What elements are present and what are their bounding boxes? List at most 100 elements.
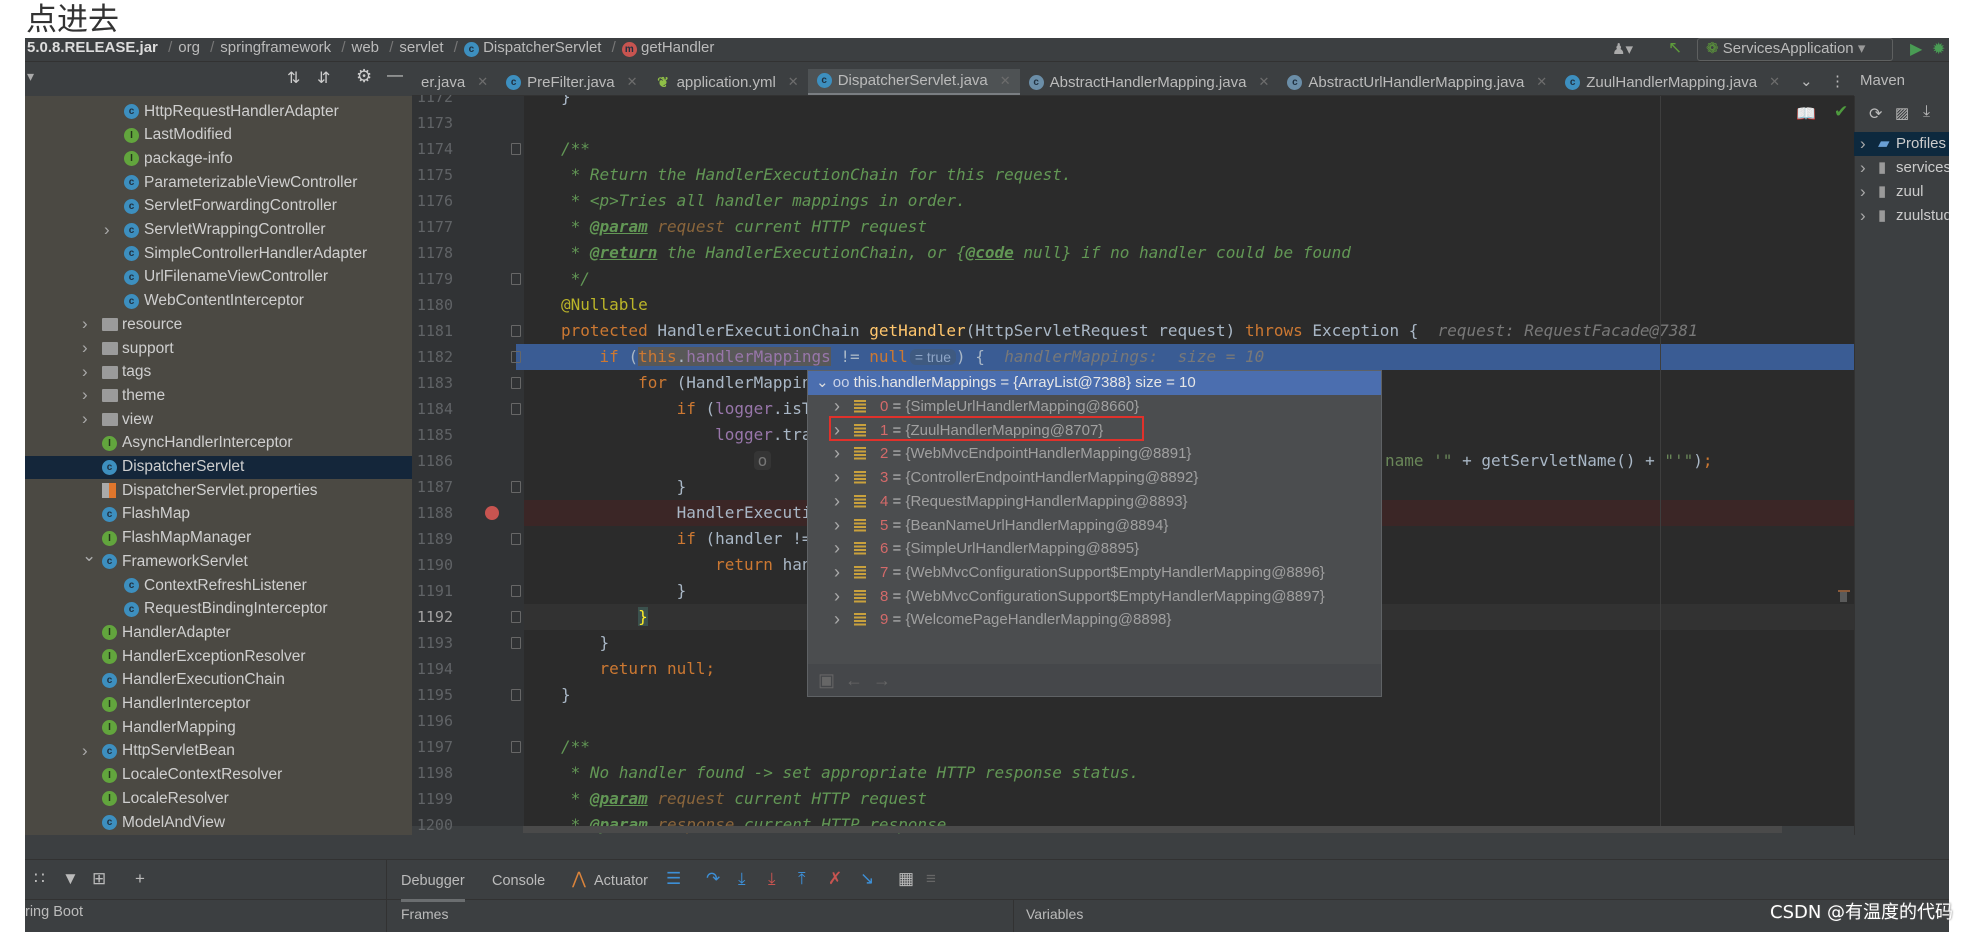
tree-item[interactable]: c ParameterizableViewController	[25, 171, 412, 194]
back-arrow-icon[interactable]: ←	[845, 670, 863, 690]
horizontal-scrollbar[interactable]	[523, 826, 1782, 833]
line-number[interactable]: 1176	[412, 188, 453, 214]
hide-icon[interactable]: —	[387, 67, 403, 85]
tree-item[interactable]: › c ServletWrappingController	[25, 219, 412, 242]
tree-item[interactable]: c HttpRequestHandlerAdapter	[25, 100, 412, 123]
popup-item[interactable]: › 3 = {ControllerEndpointHandlerMapping@8…	[808, 466, 1381, 490]
chevron-right-icon[interactable]: ›	[834, 607, 840, 631]
step-over-icon[interactable]: ⤓	[738, 869, 746, 889]
tree-item[interactable]: I LastModified	[25, 124, 412, 147]
fold-marker-icon[interactable]	[511, 273, 521, 285]
chevron-right-icon[interactable]: ›	[834, 536, 840, 560]
fold-marker-icon[interactable]	[511, 403, 521, 415]
line-number[interactable]: 1182	[412, 344, 453, 370]
fold-marker-icon[interactable]	[511, 637, 521, 649]
line-number[interactable]: 1197	[412, 734, 453, 760]
tab-actuator[interactable]: Actuator	[594, 873, 648, 889]
chevron-right-icon[interactable]: ›	[1860, 204, 1866, 228]
expand-all-icon[interactable]: ⇅	[287, 68, 300, 88]
forward-arrow-icon[interactable]: →	[873, 670, 891, 690]
tree-item[interactable]: Ipackage-info	[25, 147, 412, 170]
line-number[interactable]: 1180	[412, 292, 453, 318]
fold-marker-icon[interactable]	[511, 533, 521, 545]
line-number[interactable]: 1193	[412, 630, 453, 656]
tree-item[interactable]: c DispatcherServlet	[25, 455, 412, 479]
line-number[interactable]: 1184	[412, 396, 453, 422]
tree-item[interactable]: I AsyncHandlerInterceptor	[25, 432, 412, 455]
line-number[interactable]: 1174	[412, 136, 453, 162]
tree-item[interactable]: c ModelAndView	[25, 811, 412, 834]
tree-item[interactable]: DispatcherServlet.properties	[25, 479, 412, 502]
tree-item[interactable]: › theme	[25, 384, 412, 407]
more-icon[interactable]: ⋮	[1830, 72, 1845, 90]
close-icon[interactable]: ✕	[477, 74, 488, 90]
breadcrumb-part[interactable]: web	[352, 39, 380, 56]
tab-console[interactable]: Console	[492, 873, 545, 889]
maven-item[interactable]: › ▰ Profiles	[1854, 132, 1949, 156]
plus-icon[interactable]: +	[135, 869, 145, 889]
drop-frame-icon[interactable]: ✗	[828, 869, 842, 889]
popup-item[interactable]: › 5 = {BeanNameUrlHandlerMapping@8894}	[808, 514, 1381, 538]
chevron-down-icon[interactable]: ⌄	[816, 374, 829, 391]
chevron-right-icon[interactable]: ›	[1860, 180, 1866, 204]
line-number[interactable]: 1188	[412, 500, 453, 526]
close-icon[interactable]: ✕	[1258, 74, 1269, 90]
tree-item[interactable]: › support	[25, 337, 412, 360]
tree-item[interactable]: › view	[25, 408, 412, 431]
chevron-down-icon[interactable]: ⌄	[82, 546, 96, 566]
fold-marker-icon[interactable]	[511, 611, 521, 623]
fold-marker-icon[interactable]	[511, 689, 521, 701]
chevron-right-icon[interactable]: ›	[834, 465, 840, 489]
run-config-select[interactable]: ❁ ServicesApplication ▾	[1697, 38, 1893, 61]
step-out-icon[interactable]: ⤒	[798, 869, 806, 889]
breakpoint-icon[interactable]	[485, 506, 499, 520]
tree-item[interactable]: › c HttpServletBean	[25, 740, 412, 763]
tree-item[interactable]: I HandlerMapping	[25, 716, 412, 739]
popup-item[interactable]: › 6 = {SimpleUrlHandlerMapping@8895}	[808, 537, 1381, 561]
tree-item[interactable]: c RequestBindingInterceptor	[25, 598, 412, 621]
tree-item[interactable]: c FlashMap	[25, 503, 412, 526]
tab-er-java[interactable]: er.java ✕	[412, 69, 497, 95]
tree-item[interactable]: I HandlerExceptionResolver	[25, 645, 412, 668]
tab-dispatcherservlet-java[interactable]: c DispatcherServlet.java ✕	[807, 69, 1020, 95]
tree-item[interactable]: I LocaleResolver	[25, 787, 412, 810]
line-number[interactable]: 1198	[412, 760, 453, 786]
line-number[interactable]: 1186	[412, 448, 453, 474]
download-icon[interactable]: ⤓	[1923, 103, 1930, 121]
force-step-into-icon[interactable]: ⤓	[768, 869, 776, 889]
filter-icon[interactable]: ▼	[62, 869, 79, 889]
add-service-icon[interactable]: ⊞	[92, 869, 106, 889]
line-number[interactable]: 1179	[412, 266, 453, 292]
breadcrumb-part[interactable]: DispatcherServlet	[483, 39, 601, 56]
chevron-right-icon[interactable]: ›	[834, 560, 840, 584]
threads-icon[interactable]: ☰	[666, 869, 681, 889]
run-to-cursor-icon[interactable]: ↘	[860, 869, 874, 889]
breadcrumb-jar[interactable]: 5.0.8.RELEASE.jar	[27, 39, 158, 56]
fold-marker-icon[interactable]	[511, 143, 521, 155]
close-icon[interactable]: ✕	[1769, 74, 1780, 90]
tab-zuulhandlermapping-java[interactable]: c ZuulHandlerMapping.java ✕	[1556, 69, 1789, 95]
chevron-right-icon[interactable]: ›	[82, 314, 88, 334]
popup-item[interactable]: › 7 = {WebMvcConfigurationSupport$EmptyHa…	[808, 561, 1381, 585]
collapse-all-icon[interactable]: ⇵	[317, 68, 330, 88]
fold-marker-icon[interactable]	[511, 351, 521, 363]
maven-item[interactable]: › ▮ zuulstudy	[1854, 204, 1949, 228]
add-project-icon[interactable]: ▨	[1895, 104, 1909, 122]
close-icon[interactable]: ✕	[627, 74, 638, 90]
maven-title[interactable]: Maven	[1860, 72, 1905, 89]
tree-item[interactable]: I HandlerAdapter	[25, 621, 412, 644]
line-number[interactable]: 1175	[412, 162, 453, 188]
line-number[interactable]: 1178	[412, 240, 453, 266]
tab-debugger[interactable]: Debugger	[401, 873, 465, 902]
maven-item[interactable]: › ▮ zuul	[1854, 180, 1949, 204]
line-number[interactable]: 1191	[412, 578, 453, 604]
fold-marker-icon[interactable]	[511, 741, 521, 753]
line-number[interactable]: 1183	[412, 370, 453, 396]
trace-icon[interactable]: ≡	[926, 869, 936, 889]
close-icon[interactable]: ✕	[1536, 74, 1547, 90]
popup-item[interactable]: › 9 = {WelcomePageHandlerMapping@8898}	[808, 608, 1381, 632]
chevron-right-icon[interactable]: ›	[1860, 132, 1866, 156]
line-number[interactable]: 1199	[412, 786, 453, 812]
tree-item[interactable]: ⌄ c FrameworkServlet	[25, 546, 412, 573]
reader-mode-icon[interactable]: 📖	[1796, 104, 1816, 124]
